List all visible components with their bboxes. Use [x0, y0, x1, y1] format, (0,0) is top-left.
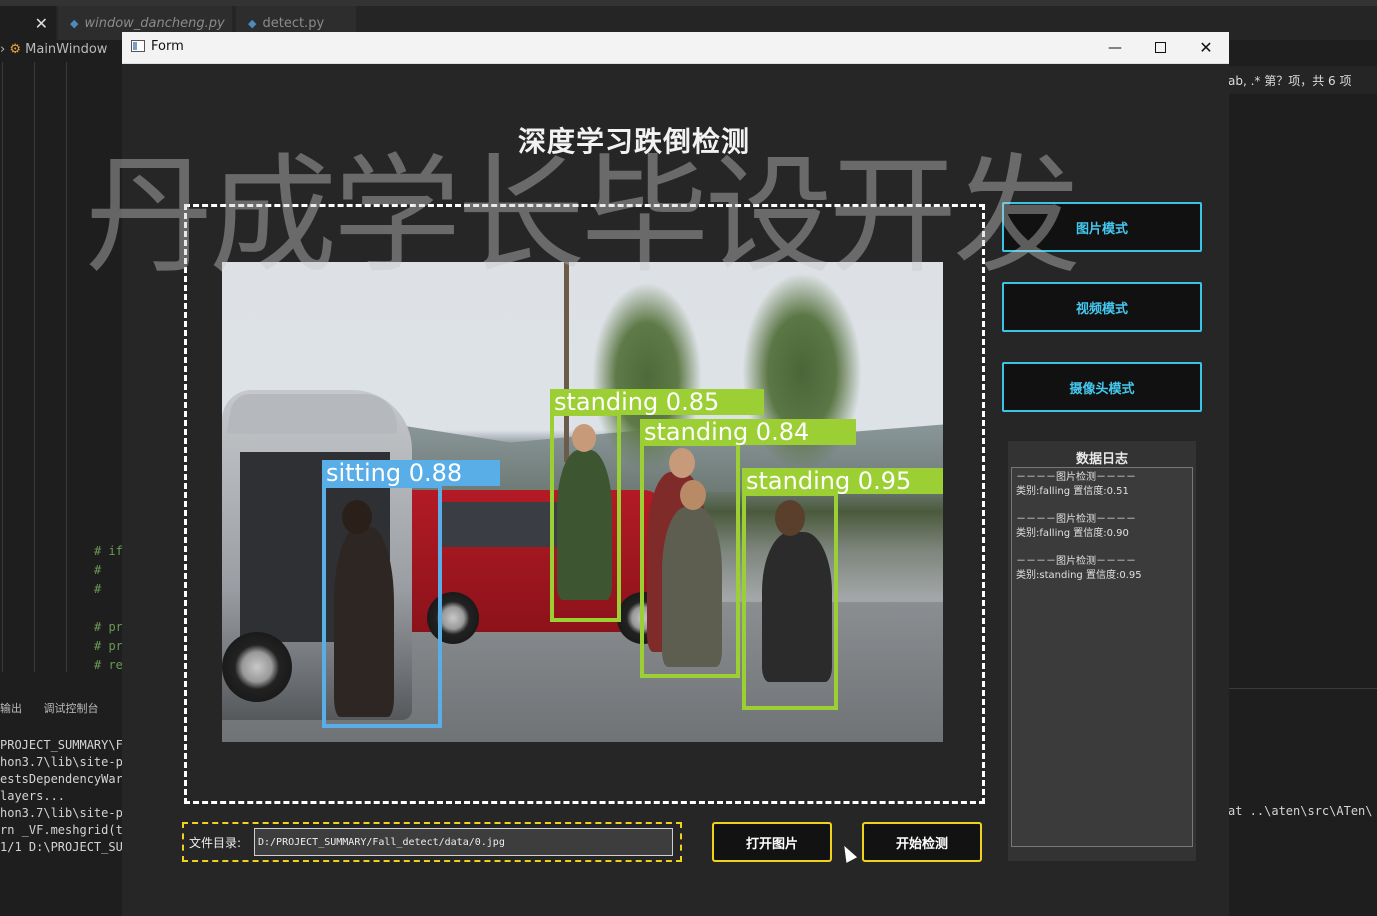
detection-label: standing 0.95 [742, 468, 943, 494]
open-image-button[interactable]: 打开图片 [712, 822, 832, 862]
indent-guide [34, 62, 35, 672]
file-path-group: 文件目录: [182, 822, 682, 862]
image-wheel [222, 632, 292, 702]
log-entry-detail: 类别:falling 置信度:0.90 [1016, 528, 1129, 539]
tab-debug-console[interactable]: 调试控制台 [44, 702, 99, 715]
terminal-line: estsDependencyWarn [0, 772, 131, 786]
indent-guide [2, 62, 3, 672]
tab-close-icon[interactable]: ✕ [0, 6, 56, 40]
terminal-line: PROJECT_SUMMARY\Fa [0, 738, 131, 752]
detection-label: standing 0.84 [640, 419, 856, 445]
detection-image: sitting 0.88 standing 0.85 standing 0.84… [222, 262, 943, 742]
class-symbol-icon: ⚙ [9, 42, 21, 57]
image-mode-button[interactable]: 图片模式 [1002, 202, 1202, 252]
detection-box [640, 442, 740, 678]
title-bar[interactable]: Form — ✕ [122, 32, 1229, 64]
minimize-button[interactable]: — [1092, 32, 1138, 63]
detection-label: standing 0.85 [550, 389, 764, 415]
code-line: # [94, 582, 102, 596]
app-window-icon [131, 40, 145, 52]
close-icon: ✕ [1199, 38, 1213, 57]
file-path-label: 文件目录: [189, 836, 242, 850]
code-line: # [94, 563, 102, 577]
code-line: # re [94, 658, 123, 672]
python-file-icon: ◆ [70, 16, 79, 30]
breadcrumb[interactable]: › ⚙ MainWindow [0, 42, 107, 57]
log-entry: －－－－图片检测－－－－ 类别:falling 置信度:0.90 [1016, 513, 1188, 541]
data-log-title: 数据日志 [1075, 452, 1128, 467]
terminal-line: rn _VF.meshgrid(te [0, 823, 131, 837]
app-title: 深度学习跌倒检测 [517, 125, 750, 158]
code-line: # if [94, 544, 123, 558]
window-title: Form [151, 39, 184, 54]
python-file-icon: ◆ [248, 16, 257, 30]
breadcrumb-item: MainWindow [25, 42, 108, 57]
find-widget-status: ab, .* 第？项，共 6 项 [1228, 66, 1377, 94]
terminal-line: 1/1 D:\PROJECT_SUM [0, 840, 131, 854]
terminal-output: PROJECT_SUMMARY\Fa hon3.7\lib\site-pa es… [0, 737, 130, 856]
log-entry-detail: 类别:falling 置信度:0.51 [1016, 486, 1129, 497]
maximize-button[interactable] [1137, 32, 1183, 63]
tab-label: detect.py [262, 15, 325, 31]
image-van-hatch [226, 394, 404, 434]
file-path-input[interactable] [254, 828, 673, 856]
detection-box [322, 484, 442, 728]
code-line: # pr [94, 639, 123, 653]
start-detect-button[interactable]: 开始检测 [862, 822, 982, 862]
tab-output[interactable]: 输出 [0, 702, 22, 715]
detection-box [742, 492, 838, 710]
log-entry-header: －－－－图片检测－－－－ [1016, 556, 1136, 567]
log-entry-header: －－－－图片检测－－－－ [1016, 472, 1136, 483]
terminal-line: hon3.7\lib\site-pa [0, 755, 131, 769]
chevron-right-icon: › [0, 42, 10, 57]
camera-mode-button[interactable]: 摄像头模式 [1002, 362, 1202, 412]
terminal-line: hon3.7\lib\site-pa [0, 806, 131, 820]
terminal-line-right: at ..\aten\src\ATen\ [1228, 804, 1373, 818]
detection-label: sitting 0.88 [322, 460, 500, 486]
log-entry-header: －－－－图片检测－－－－ [1016, 514, 1136, 525]
tab-label: window_dancheng.py [84, 15, 225, 31]
log-entry-detail: 类别:standing 置信度:0.95 [1016, 570, 1142, 581]
maximize-icon [1154, 42, 1166, 53]
mouse-cursor-icon [838, 843, 858, 863]
minimize-icon: — [1108, 39, 1122, 56]
code-line: # pr [94, 620, 123, 634]
log-entry: －－－－图片检测－－－－ 类别:falling 置信度:0.51 [1016, 471, 1188, 499]
log-entry: －－－－图片检测－－－－ 类别:standing 置信度:0.95 [1016, 555, 1188, 583]
data-log-panel: 数据日志 －－－－图片检测－－－－ 类别:falling 置信度:0.51 －－… [1008, 441, 1196, 861]
panel-tabs: 输出 调试控制台 [0, 700, 117, 716]
form-window: Form — ✕ 深度学习跌倒检测 sitting 0.88 standing … [122, 32, 1229, 916]
detection-box [550, 412, 621, 622]
panel-divider [1229, 688, 1377, 689]
data-log-textarea[interactable]: －－－－图片检测－－－－ 类别:falling 置信度:0.51 －－－－图片检… [1011, 467, 1193, 847]
video-mode-button[interactable]: 视频模式 [1002, 282, 1202, 332]
indent-guide [66, 62, 67, 672]
close-button[interactable]: ✕ [1183, 32, 1229, 63]
terminal-line: layers... [0, 789, 66, 803]
